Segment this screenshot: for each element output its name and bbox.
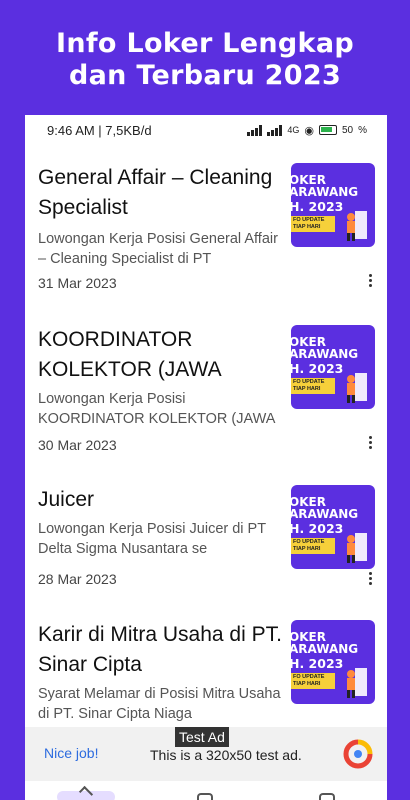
thumb-text: ARAWANG [291,642,359,656]
battery-icon [318,125,337,135]
thumb-badge: FO UPDATE TIAP HARI [291,216,335,232]
wifi-icon: ◉ [304,124,314,137]
more-options-icon[interactable] [365,432,375,452]
item-description: Syarat Melamar di Posisi Mitra Usaha di … [38,686,281,722]
item-thumbnail[interactable]: OKER ARAWANG H. 2023 FO UPDATE TIAP HARI [291,325,375,409]
signal-4g-icon [267,124,283,136]
nav-home-tab[interactable] [57,785,115,800]
battery-level: 50 [341,124,354,136]
list-item[interactable]: General Affair – Cleaning Specialist Low… [25,163,387,325]
thumb-text: H. 2023 [291,656,344,671]
item-date: 28 Mar 2023 [38,571,117,587]
thumb-text: H. 2023 [291,199,344,214]
ad-logo-icon[interactable] [343,739,373,769]
item-date: 31 Mar 2023 [38,275,117,291]
network-label: 4G [287,125,300,135]
thumb-text: ARAWANG [291,347,359,361]
nav-favorites-icon[interactable] [319,793,335,800]
thumb-text: H. 2023 [291,361,344,376]
status-time: 9:46 AM | 7,5KB/d [47,122,152,138]
bottom-nav [25,781,387,800]
promo-title: Info Loker Lengkap dan Terbaru 2023 [0,28,410,92]
thumb-badge: FO UPDATE TIAP HARI [291,673,335,689]
home-icon [78,785,94,800]
item-title[interactable]: Karir di Mitra Usaha di PT. Sinar Cipta [38,620,283,680]
item-description: Lowongan Kerja Posisi General Affair – C… [38,231,278,267]
ad-label: Test Ad [175,727,229,747]
more-options-icon[interactable] [365,270,375,290]
person-illustration-icon [347,533,367,563]
item-title[interactable]: General Affair – Cleaning Specialist [38,163,283,223]
thumb-text: ARAWANG [291,507,359,521]
phone-screen: 9:46 AM | 7,5KB/d 4G ◉ 50 % General Affa… [25,115,387,800]
battery-percent-sign: % [358,124,367,136]
item-description: Lowongan Kerja Posisi KOORDINATOR KOLEKT… [38,391,276,427]
item-title[interactable]: KOORDINATOR KOLEKTOR (JAWA [38,325,283,385]
status-bar: 9:46 AM | 7,5KB/d 4G ◉ 50 % [25,115,387,145]
item-thumbnail[interactable]: OKER ARAWANG H. 2023 FO UPDATE TIAP HARI [291,620,375,704]
nav-categories-icon[interactable] [197,793,213,800]
thumb-badge: FO UPDATE TIAP HARI [291,378,335,394]
item-title[interactable]: Juicer [38,485,283,515]
thumb-text: H. 2023 [291,521,344,536]
thumb-text: ARAWANG [291,185,359,199]
ad-nice-text[interactable]: Nice job! [44,745,98,761]
status-icons: 4G ◉ 50 % [247,124,367,137]
signal-icon [247,124,263,136]
item-date: 30 Mar 2023 [38,437,117,453]
item-thumbnail[interactable]: OKER ARAWANG H. 2023 FO UPDATE TIAP HARI [291,485,375,569]
more-options-icon[interactable] [365,568,375,588]
promo-title-line2: dan Terbaru 2023 [68,60,342,91]
thumb-badge: FO UPDATE TIAP HARI [291,538,335,554]
item-description: Lowongan Kerja Posisi Juicer di PT Delta… [38,521,266,557]
person-illustration-icon [347,668,367,698]
promo-title-line1: Info Loker Lengkap [56,28,354,59]
person-illustration-icon [347,211,367,241]
item-thumbnail[interactable]: OKER ARAWANG H. 2023 FO UPDATE TIAP HARI [291,163,375,247]
list-item[interactable]: KOORDINATOR KOLEKTOR (JAWA Lowongan Kerj… [25,325,387,487]
person-illustration-icon [347,373,367,403]
ad-text[interactable]: This is a 320x50 test ad. [150,747,302,763]
